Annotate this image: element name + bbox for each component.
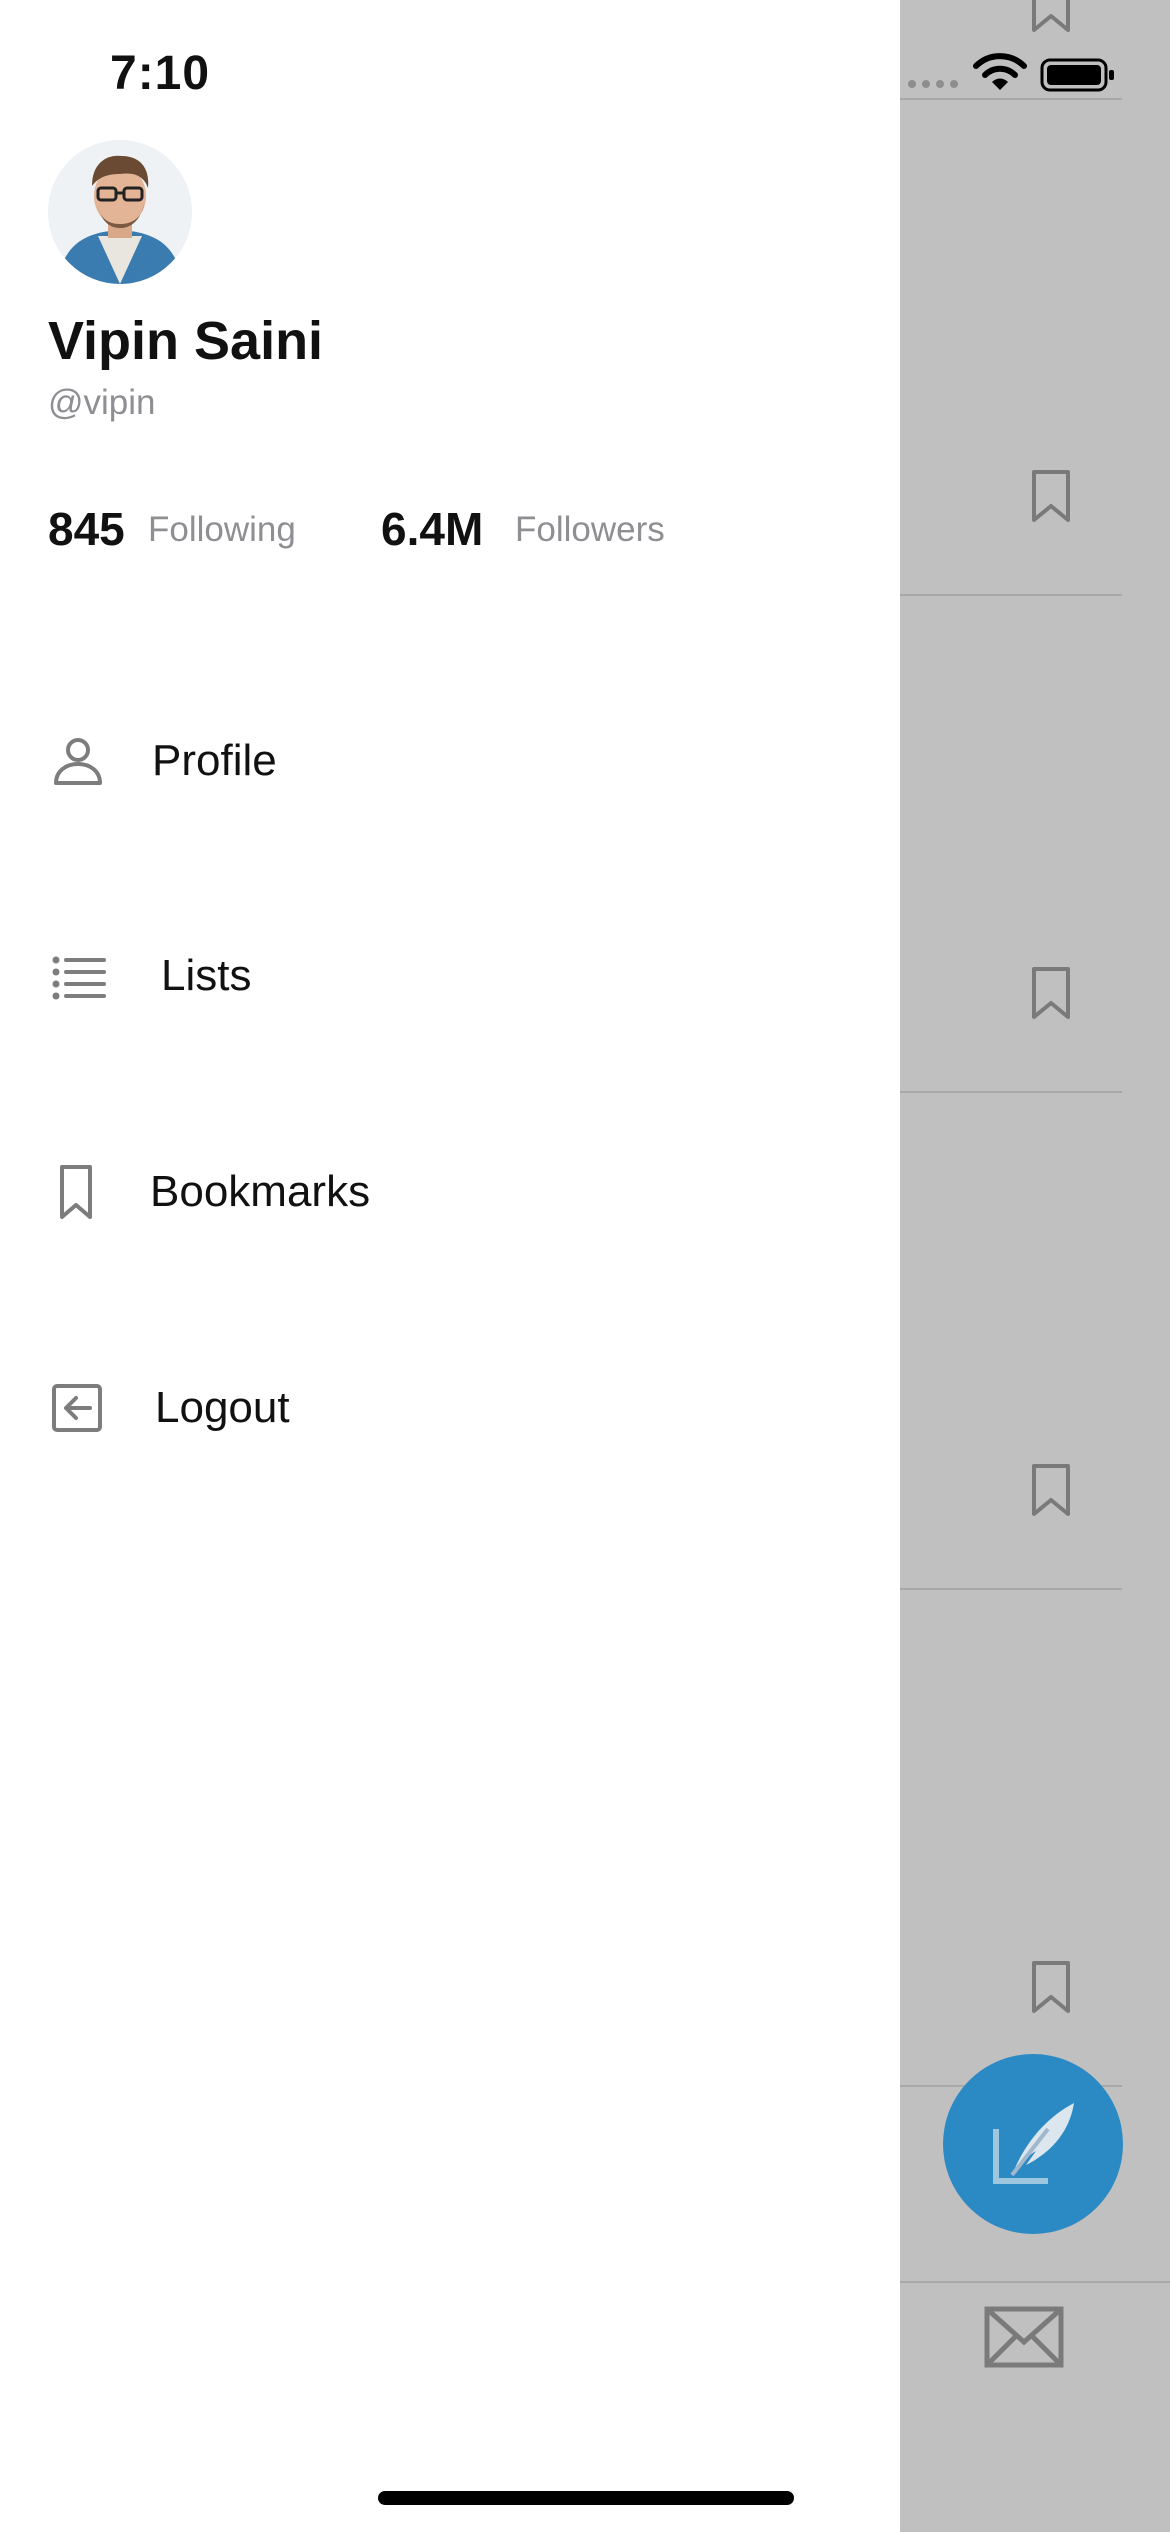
followers-count[interactable]: 6.4M	[381, 502, 483, 556]
bookmark-icon	[1028, 468, 1074, 524]
menu-item-profile[interactable]: Profile	[0, 706, 900, 816]
feed-divider	[900, 1091, 1122, 1093]
signal-icon	[908, 80, 960, 88]
profile-handle: @vipin	[48, 383, 156, 422]
following-count[interactable]: 845	[48, 502, 125, 556]
bookmark-icon	[1028, 1959, 1074, 2015]
list-icon	[50, 948, 106, 1004]
tabbar-divider	[900, 2281, 1170, 2283]
profile-name: Vipin Saini	[48, 311, 324, 371]
menu-item-label: Bookmarks	[150, 1167, 371, 1216]
avatar[interactable]	[48, 140, 192, 284]
feed-divider	[900, 1588, 1122, 1590]
bookmark-icon	[50, 1164, 106, 1220]
menu-item-lists[interactable]: Lists	[0, 921, 900, 1031]
logout-icon	[50, 1380, 106, 1436]
following-label[interactable]: Following	[148, 510, 296, 550]
battery-icon	[1040, 58, 1116, 92]
status-bar-indicators	[900, 48, 1170, 98]
followers-label[interactable]: Followers	[515, 510, 665, 550]
compose-tweet-button[interactable]	[943, 2054, 1123, 2234]
side-drawer: 7:10 Vipin Saini @vipin 845 Following 6.…	[0, 0, 900, 2532]
feed-divider	[900, 98, 1122, 100]
feed-divider	[900, 594, 1122, 596]
messages-tab-icon[interactable]	[984, 2306, 1064, 2368]
menu-item-logout[interactable]: Logout	[0, 1353, 900, 1463]
bookmark-icon	[1028, 1462, 1074, 1518]
bookmark-icon	[1028, 965, 1074, 1021]
status-time: 7:10	[110, 47, 211, 100]
feather-icon	[993, 2103, 1074, 2184]
person-icon	[50, 733, 106, 789]
menu-item-bookmarks[interactable]: Bookmarks	[0, 1137, 900, 1247]
menu-item-label: Lists	[161, 951, 252, 1000]
menu-item-label: Profile	[152, 736, 277, 785]
menu-item-label: Logout	[155, 1383, 290, 1432]
wifi-icon	[972, 52, 1028, 92]
home-indicator[interactable]	[378, 2491, 794, 2505]
bookmark-icon	[1028, 0, 1074, 34]
